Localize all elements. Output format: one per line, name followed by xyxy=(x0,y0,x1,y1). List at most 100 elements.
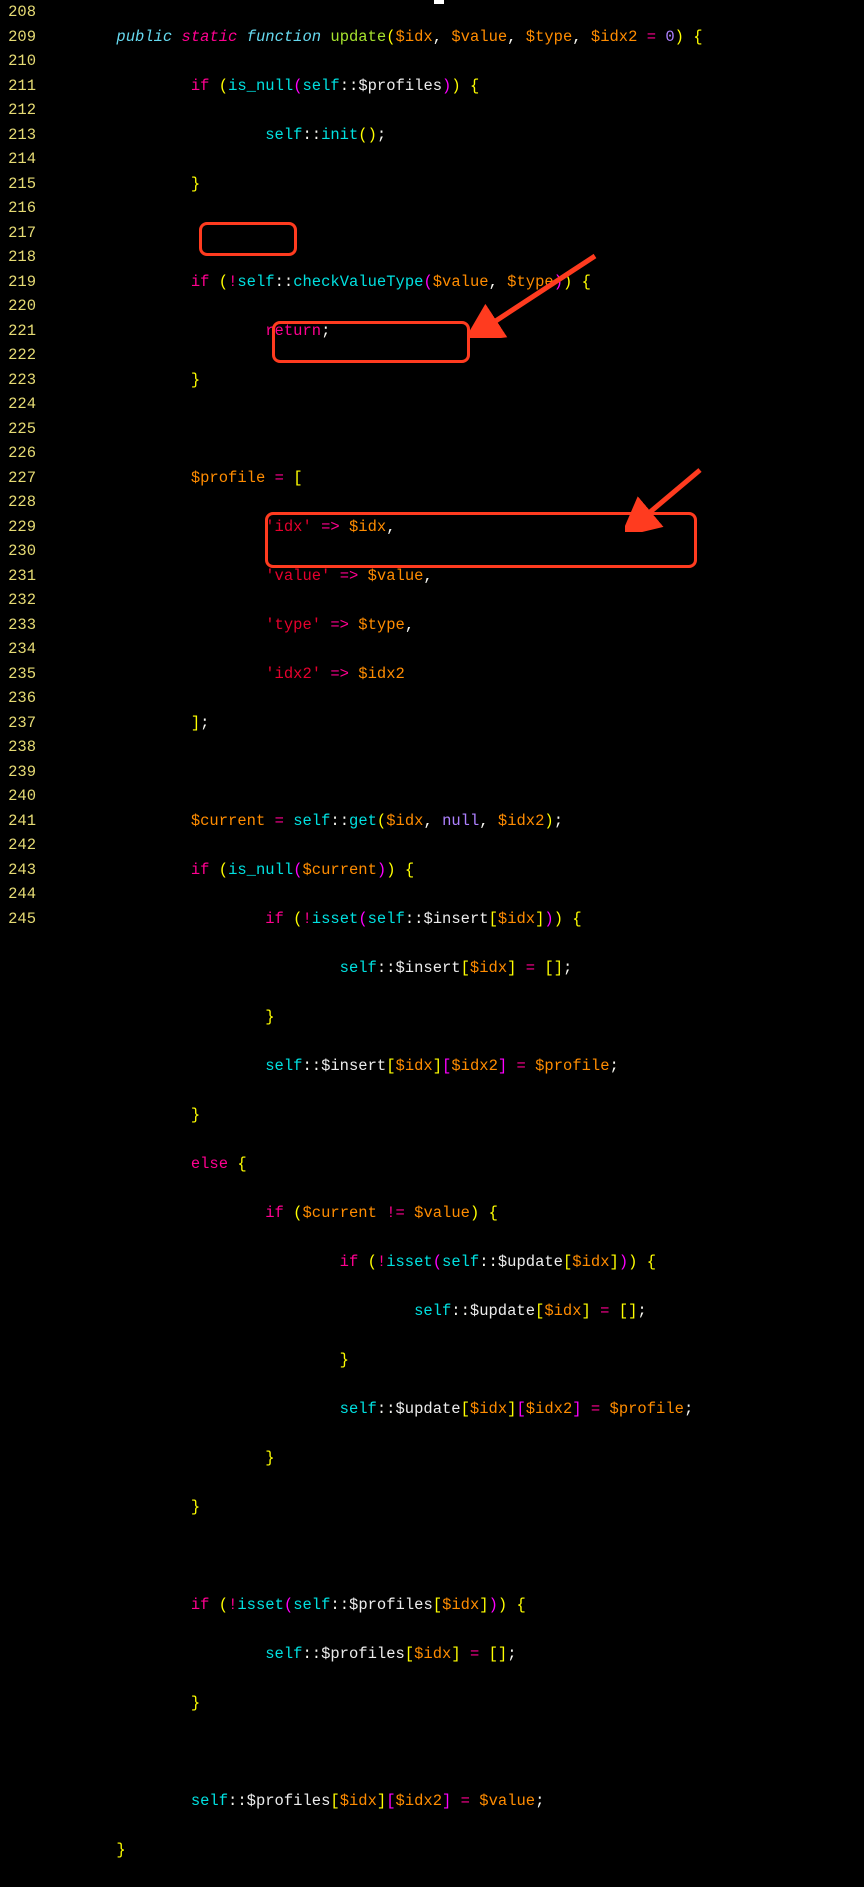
code-line[interactable]: } xyxy=(42,368,703,393)
line-number: 228 xyxy=(0,490,42,515)
code-line[interactable]: self::$update[$idx] = []; xyxy=(42,1299,703,1324)
call-isset: isset xyxy=(312,910,359,928)
member-insert: $insert xyxy=(423,910,488,928)
empty-array: [] xyxy=(544,959,563,977)
code-line[interactable]: } xyxy=(42,1691,703,1716)
code-line[interactable]: self::$update[$idx][$idx2] = $profile; xyxy=(42,1397,703,1422)
self: self xyxy=(237,273,274,291)
code-line[interactable] xyxy=(42,417,703,442)
code-line[interactable]: if (!isset(self::$profiles[$idx])) { xyxy=(42,1593,703,1618)
code-line[interactable]: return; xyxy=(42,319,703,344)
line-number: 214 xyxy=(0,147,42,172)
code-line[interactable]: } xyxy=(42,1005,703,1030)
code-line[interactable]: self::$profiles[$idx][$idx2] = $value; xyxy=(42,1789,703,1814)
code-line[interactable]: public static function update($idx, $val… xyxy=(42,25,703,50)
code-line[interactable] xyxy=(42,221,703,246)
var-current: $current xyxy=(191,812,265,830)
line-number: 209 xyxy=(0,25,42,50)
line-number: 234 xyxy=(0,637,42,662)
line-number: 223 xyxy=(0,368,42,393)
line-number: 224 xyxy=(0,392,42,417)
line-number: 236 xyxy=(0,686,42,711)
line-number: 229 xyxy=(0,515,42,540)
line-number: 227 xyxy=(0,466,42,491)
str-value: 'value' xyxy=(265,567,330,585)
code-line[interactable]: } xyxy=(42,1446,703,1471)
param-idx2: $idx2 xyxy=(591,28,638,46)
line-number: 235 xyxy=(0,662,42,687)
code-line[interactable]: } xyxy=(42,1348,703,1373)
code-line[interactable]: } xyxy=(42,172,703,197)
code-line[interactable]: if (!self::checkValueType($value, $type)… xyxy=(42,270,703,295)
code-line[interactable]: if (!isset(self::$update[$idx])) { xyxy=(42,1250,703,1275)
code-line[interactable]: self::init(); xyxy=(42,123,703,148)
line-number: 244 xyxy=(0,882,42,907)
code-line[interactable]: else { xyxy=(42,1152,703,1177)
self: self xyxy=(265,126,302,144)
code-line[interactable]: } xyxy=(42,1495,703,1520)
member-update: $update xyxy=(498,1253,563,1271)
line-number: 220 xyxy=(0,294,42,319)
code-line[interactable]: 'value' => $value, xyxy=(42,564,703,589)
code-line[interactable]: if (is_null(self::$profiles)) { xyxy=(42,74,703,99)
param-type: $type xyxy=(526,28,573,46)
code-line[interactable]: ]; xyxy=(42,711,703,736)
code-line[interactable] xyxy=(42,760,703,785)
line-number: 208 xyxy=(0,0,42,25)
self: self xyxy=(303,77,340,95)
var-profile: $profile xyxy=(191,469,265,487)
line-number: 233 xyxy=(0,613,42,638)
keyword-if: if xyxy=(191,273,210,291)
line-number: 225 xyxy=(0,417,42,442)
code-line[interactable] xyxy=(42,1544,703,1569)
code-line[interactable]: self::$profiles[$idx] = []; xyxy=(42,1642,703,1667)
line-number: 241 xyxy=(0,809,42,834)
keyword-static: static xyxy=(182,28,238,46)
code-line[interactable]: 'idx2' => $idx2 xyxy=(42,662,703,687)
line-number: 212 xyxy=(0,98,42,123)
line-number: 211 xyxy=(0,74,42,99)
line-number: 216 xyxy=(0,196,42,221)
default-zero: 0 xyxy=(665,28,674,46)
line-number: 231 xyxy=(0,564,42,589)
line-number: 232 xyxy=(0,588,42,613)
line-number: 242 xyxy=(0,833,42,858)
line-number: 222 xyxy=(0,343,42,368)
code-line[interactable]: $current = self::get($idx, null, $idx2); xyxy=(42,809,703,834)
param-idx: $idx xyxy=(396,28,433,46)
line-number: 218 xyxy=(0,245,42,270)
code-line[interactable]: if ($current != $value) { xyxy=(42,1201,703,1226)
literal-null: null xyxy=(442,812,479,830)
code-line[interactable]: self::$insert[$idx] = []; xyxy=(42,956,703,981)
code-line[interactable]: 'type' => $type, xyxy=(42,613,703,638)
line-number: 210 xyxy=(0,49,42,74)
code-line[interactable]: } xyxy=(42,1838,703,1863)
line-number: 237 xyxy=(0,711,42,736)
line-number: 219 xyxy=(0,270,42,295)
line-number: 226 xyxy=(0,441,42,466)
line-number: 245 xyxy=(0,907,42,932)
line-number: 221 xyxy=(0,319,42,344)
str-idx2: 'idx2' xyxy=(265,665,321,683)
param-value: $value xyxy=(451,28,507,46)
code-line[interactable]: 'idx' => $idx, xyxy=(42,515,703,540)
line-number: 238 xyxy=(0,735,42,760)
code-area[interactable]: public static function update($idx, $val… xyxy=(42,0,703,1887)
keyword-if: if xyxy=(191,77,210,95)
function-name: update xyxy=(330,28,386,46)
call-init: init xyxy=(321,126,358,144)
line-number: 230 xyxy=(0,539,42,564)
code-line[interactable]: if (is_null($current)) { xyxy=(42,858,703,883)
str-idx: 'idx' xyxy=(265,518,312,536)
line-number-gutter: 208 209 210 211 212 213 214 215 216 217 … xyxy=(0,0,42,931)
call-checkvaluetype: checkValueType xyxy=(293,273,423,291)
code-line[interactable]: } xyxy=(42,1103,703,1128)
line-number: 239 xyxy=(0,760,42,785)
member-profiles: $profiles xyxy=(358,77,442,95)
keyword-else: else xyxy=(191,1155,228,1173)
code-line[interactable]: self::$insert[$idx][$idx2] = $profile; xyxy=(42,1054,703,1079)
code-line[interactable] xyxy=(42,1740,703,1765)
line-number: 215 xyxy=(0,172,42,197)
code-line[interactable]: if (!isset(self::$insert[$idx])) { xyxy=(42,907,703,932)
code-line[interactable]: $profile = [ xyxy=(42,466,703,491)
